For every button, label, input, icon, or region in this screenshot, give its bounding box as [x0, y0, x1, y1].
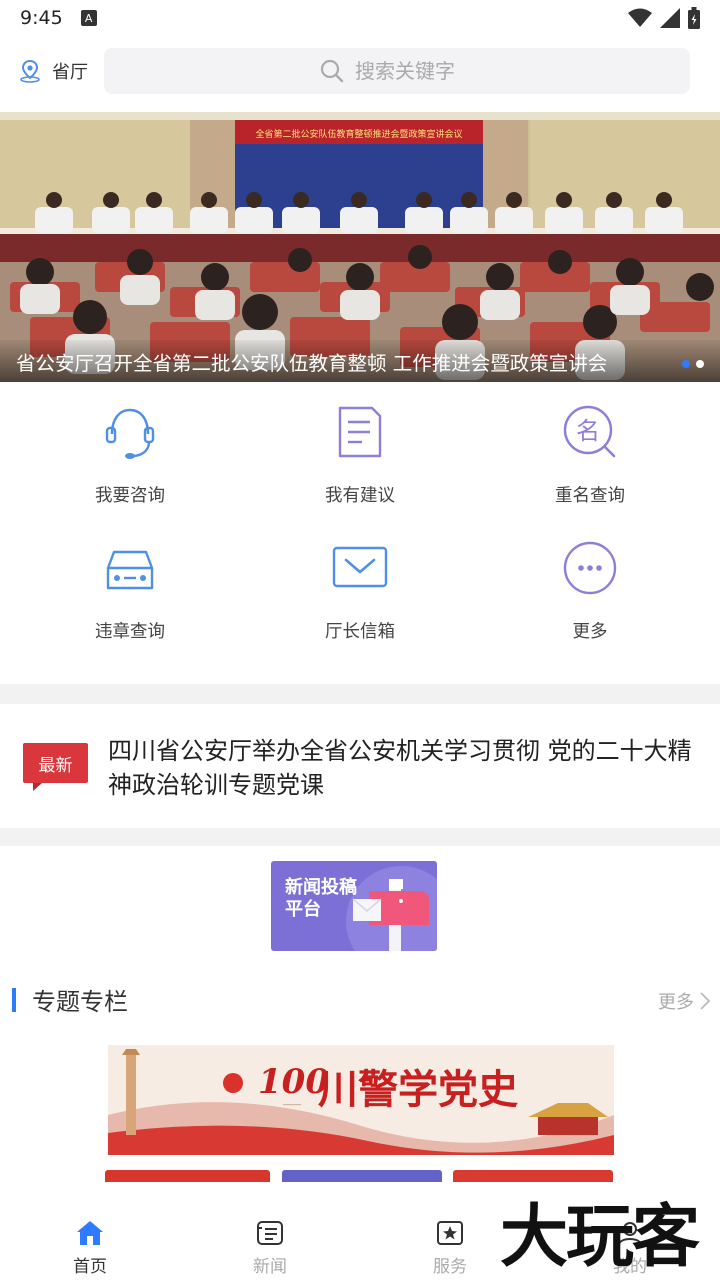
banner-backdrop-text: 全省第二批公安队伍教育整顿推进会暨政策宣讲会议	[255, 128, 462, 140]
news-icon	[257, 1221, 283, 1245]
action-name-search[interactable]: 名 重名查询	[490, 402, 690, 522]
action-label: 重名查询	[555, 486, 625, 506]
action-label: 违章查询	[95, 622, 165, 642]
thumbnail[interactable]	[105, 1170, 270, 1182]
search-input[interactable]	[355, 59, 475, 83]
name-search-icon: 名	[560, 402, 620, 462]
news-banner[interactable]: 全省第二批公安队伍教育整顿推进会暨政策宣讲会议 省公安厅召开全省第二批公安队伍教…	[0, 112, 720, 382]
pagination-dot[interactable]	[696, 360, 704, 368]
pagination-dot-active[interactable]	[682, 360, 690, 368]
svg-text:─────: ─────	[282, 1102, 301, 1109]
action-suggest[interactable]: 我有建议	[260, 402, 460, 522]
nav-home[interactable]: 首页	[50, 1220, 130, 1277]
headset-icon	[100, 402, 160, 462]
quick-actions-grid: 我要咨询 我有建议 名 重名查询 违章查询 厅长信箱 更多	[0, 382, 720, 684]
watermark-logo: 大玩客	[500, 1197, 700, 1277]
latest-tag: 最新	[23, 743, 88, 791]
status-time: 9:45	[20, 7, 63, 29]
location-icon	[20, 59, 40, 83]
svg-text:名: 名	[576, 417, 600, 445]
special-thumbnails	[105, 1170, 615, 1182]
latest-headline[interactable]: 四川省公安厅举办全省公安机关学习贯彻 党的二十大精神政治轮训专题党课	[108, 734, 698, 802]
latest-news[interactable]: 最新 四川省公安厅举办全省公安机关学习贯彻 党的二十大精神政治轮训专题党课	[0, 704, 720, 828]
signal-icon	[660, 8, 680, 28]
action-director-mailbox[interactable]: 厅长信箱	[260, 538, 460, 658]
status-icons	[628, 7, 700, 29]
home-icon	[77, 1221, 103, 1245]
action-more[interactable]: 更多	[490, 538, 690, 658]
battery-icon	[688, 7, 700, 29]
action-consult[interactable]: 我要咨询	[30, 402, 230, 522]
header: 省厅	[0, 46, 720, 96]
status-bar: 9:45 A	[0, 0, 720, 36]
thumbnail[interactable]	[282, 1170, 442, 1182]
app-screen: 9:45 A 省厅 搜索关键字 全省第二批公安队伍教育整顿推进会暨政策宣讲会议 …	[0, 0, 720, 1280]
banner-pagination	[682, 360, 704, 368]
section-accent-bar	[12, 988, 16, 1012]
action-label: 更多	[572, 622, 608, 642]
wifi-icon	[628, 8, 652, 27]
action-label: 厅长信箱	[325, 622, 395, 642]
more-link-label: 更多	[658, 992, 694, 1013]
more-icon	[560, 538, 620, 598]
mail-icon	[330, 538, 390, 598]
document-icon	[330, 402, 390, 462]
party-history-banner-image: 100 ───── 川警学党史	[108, 1045, 614, 1155]
banner-caption: 省公安厅召开全省第二批公安队伍教育整顿 工作推进会暨政策宣讲会	[0, 340, 720, 382]
nav-news[interactable]: 新闻	[230, 1220, 310, 1277]
section-divider	[0, 828, 720, 846]
nav-label: 新闻	[253, 1257, 287, 1277]
chevron-right-icon	[700, 992, 710, 1010]
submission-label: 新闻投稿 平台	[285, 877, 357, 921]
submission-label-line1: 新闻投稿	[285, 877, 357, 898]
car-icon	[100, 538, 160, 598]
section-divider	[0, 684, 720, 704]
more-link[interactable]: 更多	[658, 988, 710, 1014]
location-selector[interactable]: 省厅	[18, 58, 104, 84]
submission-label-line2: 平台	[285, 899, 321, 920]
submission-section: 新闻投稿 平台	[0, 846, 720, 966]
action-violation[interactable]: 违章查询	[30, 538, 230, 658]
location-label: 省厅	[52, 62, 88, 83]
action-label: 我有建议	[325, 486, 395, 506]
section-title: 专题专栏	[32, 988, 128, 1016]
thumbnail[interactable]	[453, 1170, 613, 1182]
service-icon	[437, 1221, 463, 1245]
nav-label: 服务	[433, 1257, 467, 1277]
party-history-banner[interactable]: 100 ───── 川警学党史	[108, 1045, 614, 1155]
banner-title: 川警学党史	[318, 1066, 518, 1113]
nav-service[interactable]: 服务	[410, 1220, 490, 1277]
nav-label: 首页	[73, 1257, 107, 1277]
special-column-section: 专题专栏 更多 100 ───── 川警学党史	[0, 970, 720, 1190]
search-icon	[320, 59, 344, 83]
search-bar[interactable]	[104, 48, 690, 94]
notification-badge: A	[80, 10, 97, 26]
news-submission-button[interactable]: 新闻投稿 平台	[271, 861, 437, 951]
action-label: 我要咨询	[95, 486, 165, 506]
